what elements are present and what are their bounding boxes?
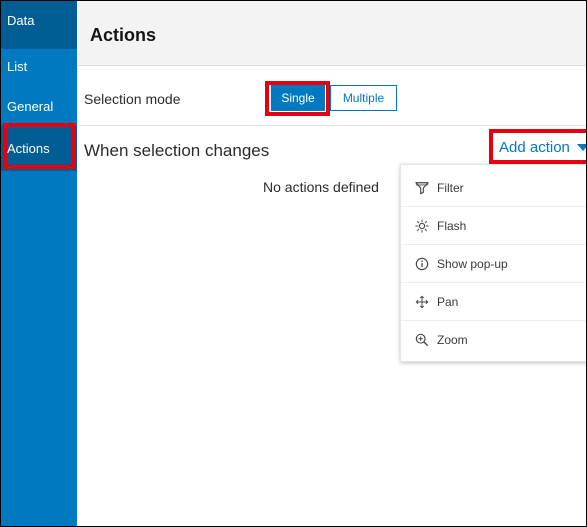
single-button-label: Single [281, 91, 315, 105]
selection-mode-label: Selection mode [84, 91, 181, 107]
menu-item-flash[interactable]: Flash [401, 207, 586, 245]
add-action-button[interactable]: Add action [499, 139, 586, 156]
menu-item-label: Filter [437, 180, 464, 195]
when-selection-changes-label: When selection changes [84, 141, 270, 160]
caret-down-icon [576, 143, 586, 151]
menu-item-label: Zoom [437, 333, 468, 347]
sidebar-item-data[interactable]: Data [1, 1, 77, 49]
menu-item-filter[interactable]: Filter [401, 169, 586, 207]
multiple-button[interactable]: Multiple [330, 85, 397, 111]
sidebar: Data List General Actions [1, 1, 77, 526]
panel-header: Actions [78, 1, 586, 66]
sidebar-item-list[interactable]: List [1, 49, 77, 89]
menu-item-label: Show pop-up [437, 256, 508, 271]
zoom-in-icon [415, 333, 429, 347]
add-action-label: Add action [499, 139, 570, 156]
app-frame: Data List General Actions Actions Select… [0, 0, 587, 527]
menu-item-label: Flash [437, 218, 467, 233]
multiple-button-label: Multiple [342, 91, 385, 105]
sidebar-item-actions[interactable]: Actions [1, 125, 77, 171]
info-icon [415, 257, 429, 270]
menu-item-label: Pan [437, 294, 459, 309]
filter-icon [415, 181, 429, 194]
sidebar-item-general[interactable]: General [1, 89, 77, 123]
flash-icon [415, 218, 429, 233]
sidebar-item-label: List [7, 59, 28, 74]
add-action-menu: Filter Flash Show pop-up Pan Zoom [400, 164, 586, 362]
menu-item-pan[interactable]: Pan [401, 283, 586, 321]
menu-item-show-popup[interactable]: Show pop-up [401, 245, 586, 283]
page-title: Actions [90, 25, 157, 45]
pan-icon [415, 295, 429, 308]
sidebar-item-label: General [7, 99, 54, 114]
sidebar-item-label: Data [7, 13, 35, 28]
sidebar-item-label: Actions [7, 141, 50, 156]
empty-actions-message: No actions defined [263, 179, 379, 195]
main-panel: Actions Selection mode Single Multiple W… [78, 1, 586, 526]
menu-item-zoom[interactable]: Zoom [401, 321, 586, 359]
single-button[interactable]: Single [271, 85, 325, 111]
section-divider [78, 125, 586, 126]
